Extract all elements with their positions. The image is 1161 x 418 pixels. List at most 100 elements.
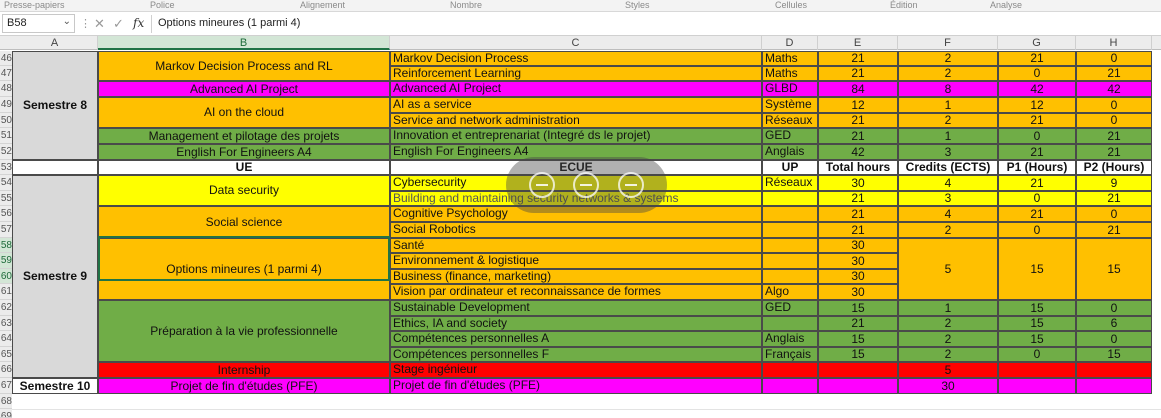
row-header-52[interactable]: 52	[0, 144, 12, 160]
name-box[interactable]: B58 ⌄	[2, 14, 75, 33]
up-cell[interactable]: Anglais	[762, 144, 818, 160]
credits-cell[interactable]: 2	[898, 316, 998, 331]
p1-cell[interactable]: 15	[998, 300, 1076, 316]
cell-a53[interactable]	[12, 160, 98, 175]
ue-english[interactable]: English For Engineers A4	[98, 144, 390, 160]
credits-cell[interactable]: 30	[898, 378, 998, 394]
credits-cell[interactable]: 1	[898, 300, 998, 316]
total-hours-cell[interactable]: 15	[818, 331, 898, 347]
pause-icon[interactable]	[529, 172, 556, 198]
header-p2[interactable]: P2 (Hours)	[1076, 160, 1152, 175]
row-header-65[interactable]: 65	[0, 347, 12, 362]
ue-options-mineures[interactable]: Options mineures (1 parmi 4)	[98, 238, 390, 300]
ecue-cell[interactable]: Projet de fin d'études (PFE)	[390, 378, 762, 394]
ue-social-science[interactable]: Social science	[98, 206, 390, 238]
p1-cell[interactable]: 15	[998, 331, 1076, 347]
row-header-54[interactable]: 54	[0, 175, 12, 191]
row-header-50[interactable]: 50	[0, 113, 12, 128]
p1-cell[interactable]: 15	[998, 316, 1076, 331]
options-p1-cell[interactable]: 15	[998, 238, 1076, 300]
row-header-47[interactable]: 47	[0, 66, 12, 81]
credits-cell[interactable]: 3	[898, 144, 998, 160]
row-header-69[interactable]: 69	[0, 409, 12, 418]
ecue-cell[interactable]: Reinforcement Learning	[390, 66, 762, 81]
ue-ai-cloud[interactable]: AI on the cloud	[98, 97, 390, 128]
total-hours-cell[interactable]: 12	[818, 97, 898, 113]
ecue-cell[interactable]: Social Robotics	[390, 222, 762, 238]
row-header-62[interactable]: 62	[0, 300, 12, 316]
total-hours-cell[interactable]: 30	[818, 238, 898, 253]
formula-input[interactable]: Options mineures (1 parmi 4)	[158, 17, 300, 29]
total-hours-cell[interactable]: 21	[818, 113, 898, 128]
p2-cell[interactable]: 0	[1076, 300, 1152, 316]
ue-internship[interactable]: Internship	[98, 362, 390, 378]
ecue-cell[interactable]: Environnement & logistique	[390, 253, 762, 269]
header-p1[interactable]: P1 (Hours)	[998, 160, 1076, 175]
header-credits[interactable]: Credits (ECTS)	[898, 160, 998, 175]
row-header-66[interactable]: 66	[0, 362, 12, 378]
row-header-48[interactable]: 48	[0, 81, 12, 97]
total-hours-cell[interactable]: 21	[818, 206, 898, 222]
row-header-49[interactable]: 49	[0, 97, 12, 113]
total-hours-cell[interactable]: 21	[818, 316, 898, 331]
ecue-cell[interactable]: Vision par ordinateur et reconnaissance …	[390, 284, 762, 300]
p1-cell[interactable]: 21	[998, 144, 1076, 160]
up-cell[interactable]: Français	[762, 347, 818, 362]
p2-cell[interactable]: 15	[1076, 347, 1152, 362]
semester-10-cell[interactable]: Semestre 10	[12, 378, 98, 394]
p2-cell[interactable]: 42	[1076, 81, 1152, 97]
up-cell[interactable]	[762, 316, 818, 331]
column-header-f[interactable]: F	[898, 36, 998, 50]
total-hours-cell[interactable]	[818, 362, 898, 378]
p1-cell[interactable]	[998, 378, 1076, 394]
p2-cell[interactable]: 21	[1076, 128, 1152, 144]
ecue-cell[interactable]: Innovation et entreprenariat (Integré ds…	[390, 128, 762, 144]
more-icon[interactable]: ⋮	[80, 17, 91, 30]
options-p2-cell[interactable]: 15	[1076, 238, 1152, 300]
p1-cell[interactable]: 21	[998, 175, 1076, 191]
total-hours-cell[interactable]: 21	[818, 128, 898, 144]
up-cell[interactable]: GLBD	[762, 81, 818, 97]
up-cell[interactable]: Algo	[762, 284, 818, 300]
total-hours-cell[interactable]: 30	[818, 175, 898, 191]
p2-cell[interactable]: 6	[1076, 316, 1152, 331]
row-header-51[interactable]: 51	[0, 128, 12, 144]
column-header-b[interactable]: B	[98, 36, 390, 50]
total-hours-cell[interactable]: 21	[818, 51, 898, 66]
up-cell[interactable]: Anglais	[762, 331, 818, 347]
row-header-57[interactable]: 57	[0, 222, 12, 238]
row-header-68[interactable]: 68	[0, 394, 12, 409]
p1-cell[interactable]: 21	[998, 113, 1076, 128]
total-hours-cell[interactable]: 30	[818, 253, 898, 269]
ecue-cell[interactable]: Compétences personnelles A	[390, 331, 762, 347]
confirm-icon[interactable]: ✓	[113, 16, 124, 32]
mute-icon[interactable]	[573, 172, 600, 198]
p2-cell[interactable]	[1076, 378, 1152, 394]
credits-cell[interactable]: 4	[898, 175, 998, 191]
p2-cell[interactable]: 0	[1076, 331, 1152, 347]
p2-cell[interactable]: 21	[1076, 222, 1152, 238]
up-cell[interactable]: GED	[762, 128, 818, 144]
column-header-g[interactable]: G	[998, 36, 1076, 50]
header-up[interactable]: UP	[762, 160, 818, 175]
credits-cell[interactable]: 5	[898, 362, 998, 378]
credits-cell[interactable]: 8	[898, 81, 998, 97]
credits-cell[interactable]: 2	[898, 331, 998, 347]
up-cell[interactable]	[762, 222, 818, 238]
credits-cell[interactable]: 2	[898, 66, 998, 81]
ecue-cell[interactable]: Markov Decision Process	[390, 51, 762, 66]
recorder-overlay[interactable]	[506, 157, 667, 213]
ecue-cell[interactable]: Santé	[390, 238, 762, 253]
ecue-cell[interactable]: Business (finance, marketing)	[390, 269, 762, 284]
ecue-cell[interactable]: Sustainable Development	[390, 300, 762, 316]
row-header-59[interactable]: 59	[0, 253, 12, 269]
up-cell[interactable]: Réseaux	[762, 175, 818, 191]
up-cell[interactable]	[762, 362, 818, 378]
total-hours-cell[interactable]: 21	[818, 222, 898, 238]
p2-cell[interactable]: 0	[1076, 113, 1152, 128]
semester-8-cell[interactable]: Semestre 8	[12, 51, 98, 160]
up-cell[interactable]: Système	[762, 97, 818, 113]
row-header-60[interactable]: 60	[0, 269, 12, 284]
total-hours-cell[interactable]: 30	[818, 269, 898, 284]
total-hours-cell[interactable]: 15	[818, 300, 898, 316]
